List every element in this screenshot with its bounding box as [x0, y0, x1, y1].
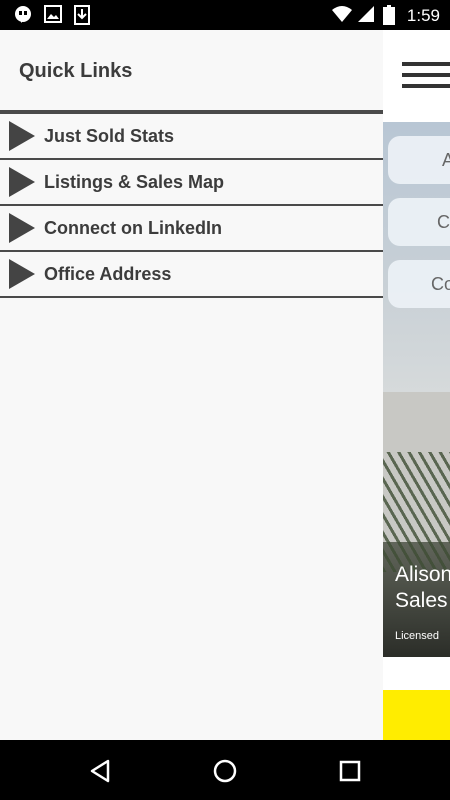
wifi-icon [332, 6, 352, 22]
signal-icon [358, 6, 374, 22]
hangouts-icon [15, 6, 31, 23]
navigation-bar [0, 740, 450, 800]
hero-button-2[interactable]: Cl [388, 198, 450, 246]
play-arrow-icon [9, 167, 35, 197]
home-icon[interactable] [210, 756, 240, 786]
menu-item-label: Connect on LinkedIn [44, 217, 222, 238]
quick-links-menu: Just Sold Stats Listings & Sales Map Con… [0, 110, 383, 298]
quick-links-drawer: Quick Links Just Sold Stats Listings & S… [0, 30, 383, 740]
menu-item-label: Listings & Sales Map [44, 171, 225, 192]
hero-image-plant [383, 452, 450, 572]
menu-item-connect-linkedin[interactable]: Connect on LinkedIn [0, 206, 383, 252]
hero-button-1[interactable]: A [388, 136, 450, 184]
yellow-footer-bar[interactable] [383, 690, 450, 740]
hero-banner: A Cl Co Alison Sales Licensed [383, 122, 450, 657]
download-icon [74, 5, 90, 25]
menu-item-label: Office Address [44, 263, 172, 284]
recents-icon[interactable] [335, 756, 365, 786]
hamburger-icon[interactable] [402, 62, 450, 92]
clock: 1:59 [406, 6, 440, 25]
back-icon[interactable] [86, 756, 116, 786]
licensed-text: Licensed [395, 630, 440, 642]
agent-name-line1: Alison [395, 563, 450, 586]
menu-item-office-address[interactable]: Office Address [0, 252, 383, 298]
menu-item-label: Just Sold Stats [44, 125, 175, 146]
agent-name-line2: Sales [395, 589, 448, 612]
play-arrow-icon [9, 259, 35, 289]
play-arrow-icon [9, 213, 35, 243]
agent-name: Alison Sales [395, 562, 450, 614]
battery-icon [383, 5, 395, 25]
menu-item-listings-sales-map[interactable]: Listings & Sales Map [0, 160, 383, 206]
play-arrow-icon [9, 121, 35, 151]
menu-item-just-sold-stats[interactable]: Just Sold Stats [0, 114, 383, 160]
image-icon [44, 5, 62, 23]
status-bar: 1:59 [0, 0, 450, 30]
drawer-title: Quick Links [19, 60, 133, 82]
hero-button-3[interactable]: Co [388, 260, 450, 308]
